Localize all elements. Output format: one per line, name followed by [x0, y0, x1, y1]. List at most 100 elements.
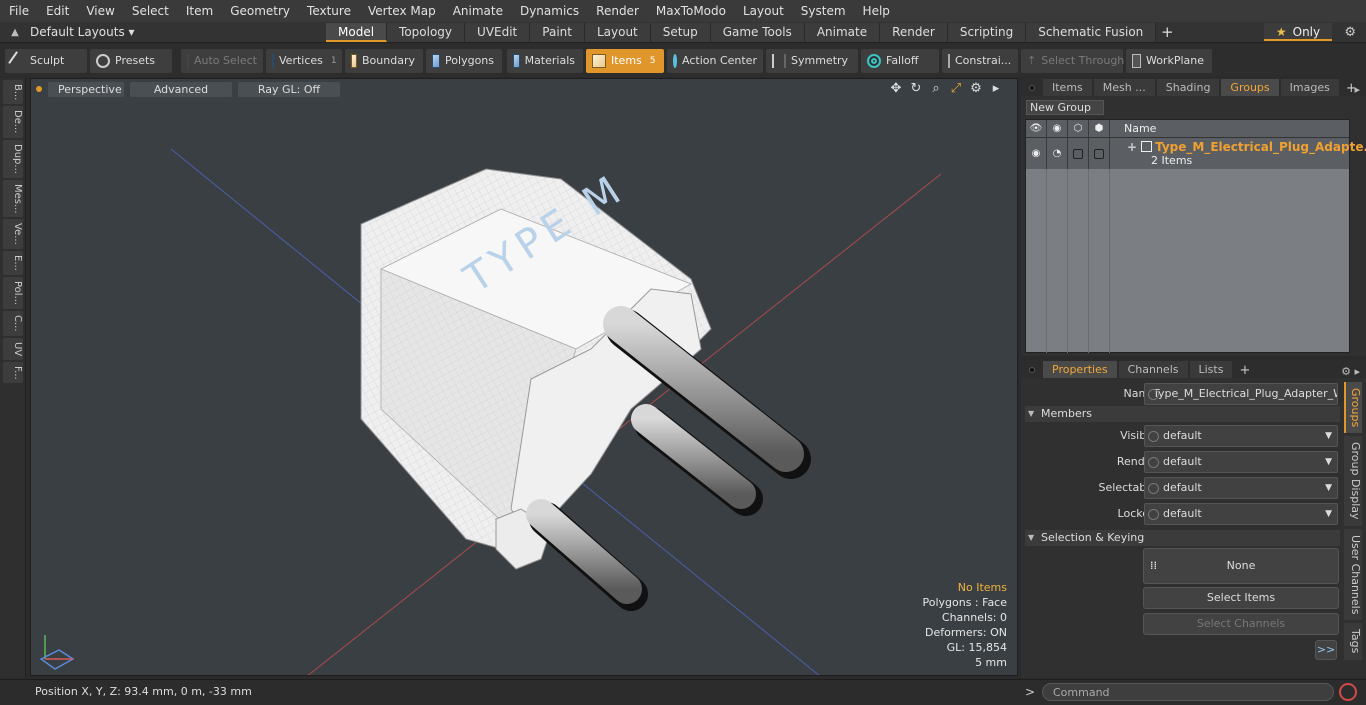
- panel-menu-dot[interactable]: [1029, 85, 1035, 91]
- tab-schematic-fusion[interactable]: Schematic Fusion: [1026, 22, 1157, 42]
- name-column-header[interactable]: Name: [1110, 122, 1156, 135]
- locked-dropdown[interactable]: default ▼: [1144, 503, 1338, 525]
- tab-groups[interactable]: Groups: [1221, 79, 1279, 96]
- menu-vertex-map[interactable]: Vertex Map: [359, 0, 444, 22]
- lock-column-icon[interactable]: ⬡: [1068, 119, 1089, 138]
- ray-gl-toggle[interactable]: Ray GL: Off: [238, 81, 340, 97]
- row-visibility-icon[interactable]: ◉: [1026, 138, 1047, 169]
- perspective-dropdown[interactable]: Perspective: [48, 81, 124, 97]
- tab-render[interactable]: Render: [880, 22, 948, 42]
- select-items-button[interactable]: Select Items: [1143, 587, 1339, 609]
- left-tab-8[interactable]: UV: [3, 337, 23, 360]
- default-layouts-dropdown[interactable]: Default Layouts ▾: [30, 25, 326, 39]
- left-tab-5[interactable]: E...: [3, 251, 23, 275]
- menu-item[interactable]: Item: [177, 0, 221, 22]
- tab-lists[interactable]: Lists: [1189, 361, 1233, 378]
- viewport-settings-icon[interactable]: ⚙: [969, 81, 983, 96]
- command-arrow-icon[interactable]: >: [1025, 685, 1035, 699]
- members-section[interactable]: Members: [1025, 406, 1340, 422]
- new-group-button[interactable]: New Group: [1026, 100, 1104, 115]
- maximize-view-icon[interactable]: ⤢: [949, 81, 963, 96]
- falloff-button[interactable]: Falloff: [861, 48, 939, 73]
- add-tab-icon[interactable]: +: [1234, 363, 1255, 378]
- auto-select-button[interactable]: Auto Select: [181, 48, 263, 73]
- tab-uvedit[interactable]: UVEdit: [465, 22, 531, 42]
- panel-settings-icon[interactable]: ⚙ ▸: [1341, 365, 1360, 378]
- tab-paint[interactable]: Paint: [530, 22, 585, 42]
- tab-game-tools[interactable]: Game Tools: [710, 22, 805, 42]
- row-lock-checkbox[interactable]: [1068, 138, 1089, 169]
- render-dropdown[interactable]: default ▼: [1144, 451, 1338, 473]
- more-button[interactable]: >>: [1315, 640, 1337, 660]
- items-button[interactable]: Items 5: [586, 48, 664, 73]
- add-tab-icon[interactable]: +: [1156, 22, 1178, 43]
- tab-model[interactable]: Model: [326, 22, 388, 42]
- group-row[interactable]: ◉ ◔ + Type_M_Electrical_Plug_Adapte... 2 …: [1026, 138, 1366, 169]
- select-channels-button[interactable]: Select Channels: [1143, 613, 1339, 635]
- viewport-expand-icon[interactable]: ▸: [989, 81, 1003, 96]
- left-tab-6[interactable]: Pol...: [3, 276, 23, 309]
- side-tab-groups[interactable]: Groups: [1344, 382, 1362, 434]
- panel-menu-dot[interactable]: [1029, 367, 1035, 373]
- panel-expand-icon[interactable]: ▸: [1354, 83, 1360, 96]
- symmetry-button[interactable]: Symmetry: [766, 48, 858, 73]
- move-view-icon[interactable]: ✥: [889, 81, 903, 96]
- left-tab-2[interactable]: Dup...: [3, 139, 23, 178]
- menu-maxtomodo[interactable]: MaxToModo: [647, 0, 734, 22]
- tab-shading[interactable]: Shading: [1156, 79, 1220, 96]
- row-render-icon[interactable]: ◔: [1047, 138, 1068, 169]
- presets-button[interactable]: Presets: [90, 48, 172, 73]
- visibility-column-icon[interactable]: 👁: [1026, 119, 1047, 138]
- menu-select[interactable]: Select: [123, 0, 177, 22]
- sculpt-button[interactable]: Sculpt: [5, 48, 87, 73]
- tab-images[interactable]: Images: [1280, 79, 1339, 96]
- viewport-menu-dot[interactable]: [36, 86, 42, 92]
- only-toggle[interactable]: ★ Only: [1264, 23, 1332, 41]
- none-button[interactable]: ⁞⁞ None: [1143, 548, 1339, 584]
- tab-layout[interactable]: Layout: [584, 22, 651, 42]
- menu-texture[interactable]: Texture: [298, 0, 359, 22]
- select-through-button[interactable]: ⇡ Select Through: [1021, 48, 1124, 73]
- left-tab-0[interactable]: B...: [3, 80, 23, 105]
- tab-animate[interactable]: Animate: [804, 22, 881, 42]
- polygons-button[interactable]: Polygons: [426, 48, 502, 73]
- selectable-dropdown[interactable]: default ▼: [1144, 477, 1338, 499]
- menu-system[interactable]: System: [792, 0, 854, 22]
- selection-keying-section[interactable]: Selection & Keying: [1025, 530, 1340, 546]
- materials-button[interactable]: Materials: [507, 48, 583, 73]
- gear-icon[interactable]: ⚙: [1344, 25, 1356, 40]
- menu-help[interactable]: Help: [854, 0, 898, 22]
- tab-items[interactable]: Items: [1043, 79, 1092, 96]
- plug-adapter-model[interactable]: TYPE M: [360, 165, 811, 611]
- record-icon[interactable]: [1339, 683, 1357, 701]
- select-column-icon[interactable]: ⬢: [1089, 119, 1110, 138]
- menu-dynamics[interactable]: Dynamics: [511, 0, 587, 22]
- rotate-view-icon[interactable]: ↻: [909, 81, 923, 96]
- menu-geometry[interactable]: Geometry: [221, 0, 298, 22]
- side-tab-tags[interactable]: Tags: [1344, 623, 1362, 660]
- name-field[interactable]: Type_M_Electrical_Plug_Adapter_Whi: [1144, 383, 1338, 405]
- left-tab-4[interactable]: Ve...: [3, 219, 23, 250]
- tab-channels[interactable]: Channels: [1118, 361, 1188, 378]
- 3d-viewport[interactable]: TYPE M Perspective Advanced Ray GL: Off …: [30, 78, 1018, 676]
- side-tab-user-channels[interactable]: User Channels: [1344, 528, 1362, 621]
- left-tab-1[interactable]: De...: [3, 106, 23, 138]
- tab-topology[interactable]: Topology: [387, 22, 466, 42]
- visible-dropdown[interactable]: default ▼: [1144, 425, 1338, 447]
- zoom-view-icon[interactable]: ⌕: [929, 81, 943, 96]
- constraints-button[interactable]: Constrai...: [942, 48, 1018, 73]
- left-tab-7[interactable]: C...: [3, 310, 23, 336]
- boundary-button[interactable]: Boundary: [345, 48, 423, 73]
- command-input[interactable]: Command: [1042, 683, 1334, 701]
- menu-view[interactable]: View: [77, 0, 122, 22]
- menu-layout[interactable]: Layout: [734, 0, 792, 22]
- menu-file[interactable]: File: [0, 0, 37, 22]
- tab-scripting[interactable]: Scripting: [947, 22, 1027, 42]
- expand-icon[interactable]: +: [1127, 140, 1137, 154]
- tab-properties[interactable]: Properties: [1043, 361, 1117, 378]
- menu-render[interactable]: Render: [587, 0, 647, 22]
- side-tab-group-display[interactable]: Group Display: [1344, 436, 1362, 526]
- layout-collapse-icon[interactable]: ▲: [0, 27, 30, 38]
- workplane-button[interactable]: WorkPlane: [1126, 48, 1212, 73]
- left-tab-3[interactable]: Mes...: [3, 179, 23, 218]
